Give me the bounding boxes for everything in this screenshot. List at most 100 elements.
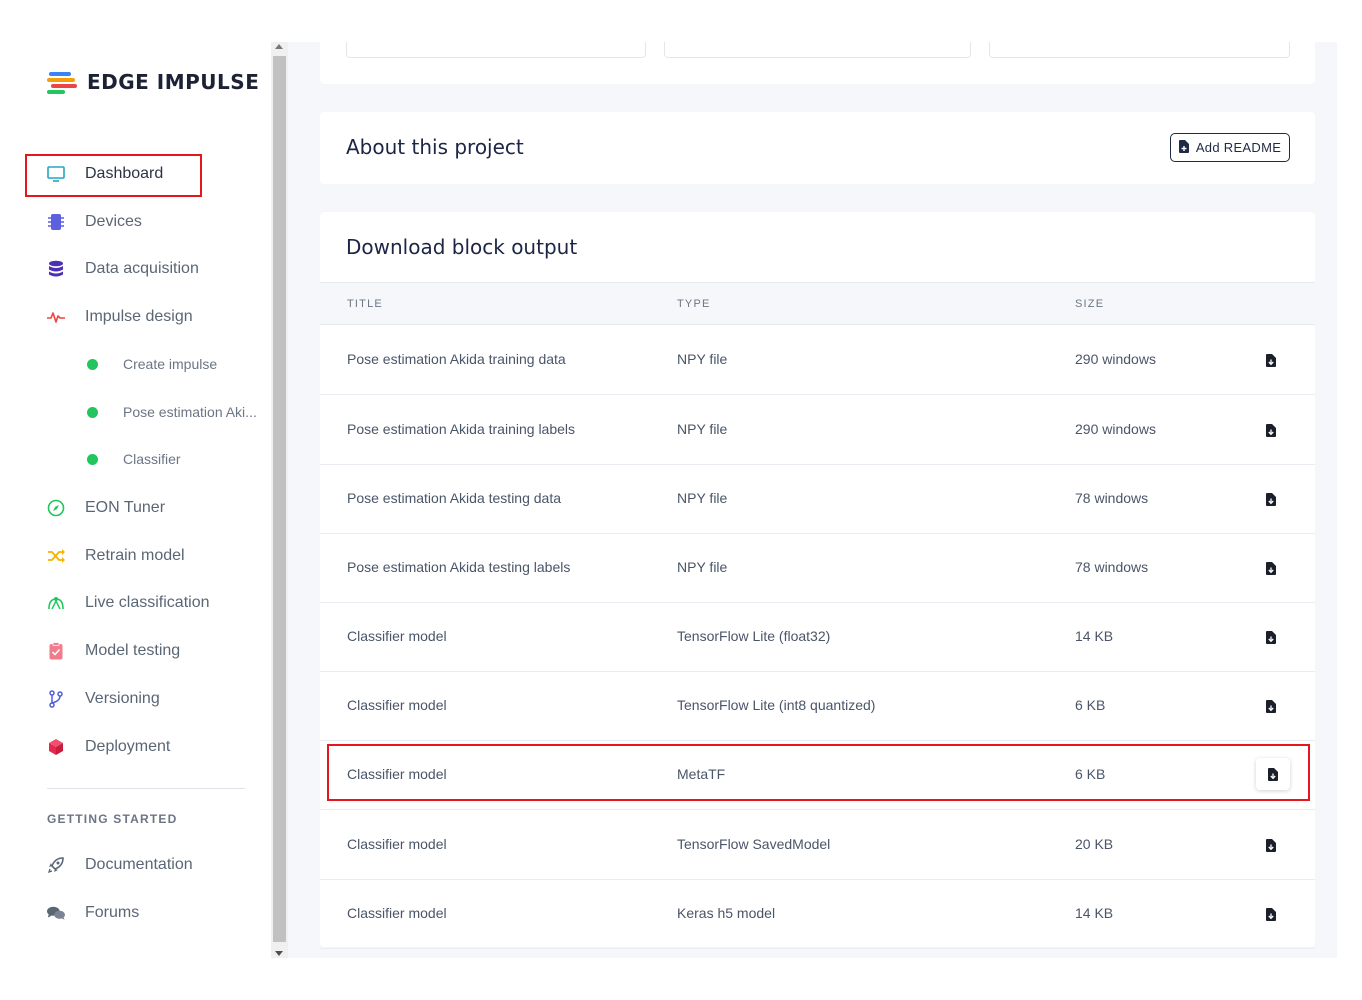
getting-started-heading: GETTING STARTED	[47, 812, 178, 826]
database-icon	[47, 260, 65, 278]
download-file-button[interactable]	[1255, 832, 1287, 858]
download-file-button[interactable]	[1255, 347, 1287, 373]
row-type: NPY file	[677, 421, 728, 437]
sidebar-item-label: Retrain model	[85, 547, 185, 564]
file-download-icon	[1266, 630, 1276, 644]
edge-impulse-logo[interactable]: EDGE IMPULSE	[47, 70, 259, 94]
branch-icon	[47, 690, 65, 708]
shuffle-icon	[47, 547, 65, 565]
table-row: Pose estimation Akida training labels NPY…	[320, 395, 1315, 465]
sidebar-item-deployment[interactable]: Deployment	[47, 735, 170, 759]
table-row: Pose estimation Akida testing labels NPY …	[320, 533, 1315, 603]
clipboard-check-icon	[47, 642, 65, 660]
sidebar-item-eon-tuner[interactable]: EON Tuner	[47, 496, 165, 520]
download-file-button[interactable]	[1255, 486, 1287, 512]
sidebar-subitem-label: Classifier	[123, 451, 181, 467]
file-download-icon	[1266, 699, 1276, 713]
row-title: Classifier model	[347, 836, 447, 852]
row-title: Pose estimation Akida testing labels	[347, 559, 571, 575]
edge-impulse-logo-icon	[47, 70, 79, 94]
file-plus-icon	[1178, 139, 1189, 156]
row-size: 290 windows	[1075, 421, 1156, 437]
sidebar-scrollbar[interactable]	[271, 42, 288, 958]
sidebar-subitem-label: Create impulse	[123, 356, 218, 372]
row-size: 14 KB	[1075, 628, 1114, 644]
row-size: 78 windows	[1075, 559, 1149, 575]
scroll-down-arrow-icon[interactable]	[275, 951, 283, 956]
row-title: Classifier model	[347, 905, 447, 921]
row-type: NPY file	[677, 559, 728, 575]
row-type: TensorFlow SavedModel	[677, 836, 831, 852]
row-type: NPY file	[677, 490, 728, 506]
sidebar-item-retrain-model[interactable]: Retrain model	[47, 544, 185, 568]
sidebar-item-label: EON Tuner	[85, 499, 166, 516]
file-download-icon	[1266, 423, 1276, 437]
column-header-size: SIZE	[1075, 298, 1105, 310]
sidebar-item-data-acquisition[interactable]: Data acquisition	[47, 257, 199, 281]
download-file-button[interactable]	[1255, 901, 1287, 927]
summary-box	[664, 42, 971, 58]
row-type: NPY file	[677, 351, 728, 367]
sidebar-subitem-classifier[interactable]: Classifier	[87, 451, 181, 467]
table-header: TITLE TYPE SIZE	[320, 282, 1315, 325]
sidebar-item-versioning[interactable]: Versioning	[47, 687, 160, 711]
sidebar-item-forums[interactable]: Forums	[47, 901, 139, 925]
sidebar-subitem-label: Pose estimation Aki...	[123, 404, 257, 420]
about-title: About this project	[346, 135, 524, 159]
summary-box	[346, 42, 646, 58]
rocket-icon	[47, 856, 65, 874]
download-card: Download block output TITLE TYPE SIZE Po…	[320, 212, 1315, 949]
sidebar-item-documentation[interactable]: Documentation	[47, 853, 193, 877]
sidebar-item-live-classification[interactable]: Live classification	[47, 591, 210, 615]
sidebar-item-label: Versioning	[85, 690, 160, 707]
download-file-button[interactable]	[1255, 555, 1287, 581]
summary-box	[989, 42, 1290, 58]
row-type: TensorFlow Lite (float32)	[677, 628, 831, 644]
download-file-button[interactable]	[1255, 417, 1287, 443]
table-row: Pose estimation Akida training data NPY f…	[320, 325, 1315, 395]
sidebar-subitem-create-impulse[interactable]: Create impulse	[87, 356, 217, 372]
scroll-up-arrow-icon[interactable]	[275, 44, 283, 49]
file-download-icon	[1266, 492, 1276, 506]
sidebar-item-impulse-design[interactable]: Impulse design	[47, 305, 193, 329]
dashboard-highlight-box	[25, 154, 202, 197]
main-content: About this project Add README Download b…	[288, 42, 1337, 958]
sidebar-item-label: Devices	[85, 213, 142, 230]
sidebar: EDGE IMPULSE Dashboard Devices Data acqu…	[0, 0, 271, 1000]
row-type: Keras h5 model	[677, 905, 776, 921]
row-size: 14 KB	[1075, 905, 1114, 921]
sidebar-item-model-testing[interactable]: Model testing	[47, 639, 180, 663]
column-header-type: TYPE	[677, 298, 711, 310]
pulse-icon	[47, 308, 65, 326]
row-size: 290 windows	[1075, 351, 1156, 367]
sidebar-item-devices[interactable]: Devices	[47, 210, 142, 234]
download-title: Download block output	[346, 235, 578, 259]
sidebar-item-label: Data acquisition	[85, 260, 199, 277]
table-row: Classifier model TensorFlow SavedModel 20 …	[320, 810, 1315, 880]
table-row: Classifier model TensorFlow Lite (float32…	[320, 602, 1315, 672]
scrollbar-thumb[interactable]	[273, 56, 286, 942]
summary-card	[320, 42, 1315, 84]
row-title: Pose estimation Akida training data	[347, 351, 566, 367]
row-title: Classifier model	[347, 628, 447, 644]
sidebar-item-label: Model testing	[85, 642, 181, 659]
status-dot	[87, 453, 98, 465]
table-row: Classifier model Keras h5 model 14 KB	[320, 879, 1315, 949]
sidebar-item-label: Deployment	[85, 738, 171, 755]
column-header-title: TITLE	[347, 298, 383, 310]
signal-icon	[47, 594, 65, 612]
status-dot	[87, 358, 98, 370]
sidebar-subitem-pose-estimation[interactable]: Pose estimation Aki...	[87, 404, 257, 420]
row-title: Pose estimation Akida testing data	[347, 490, 562, 506]
download-file-button[interactable]	[1255, 624, 1287, 650]
download-file-button[interactable]	[1255, 693, 1287, 719]
sidebar-item-label: Impulse design	[85, 308, 193, 325]
sidebar-item-label: Documentation	[85, 856, 193, 873]
file-download-icon	[1266, 561, 1276, 575]
logo-text: EDGE IMPULSE	[87, 70, 260, 94]
add-readme-button[interactable]: Add README	[1170, 133, 1290, 162]
sidebar-item-label: Forums	[85, 904, 140, 921]
sidebar-divider	[47, 788, 245, 789]
row-title: Classifier model	[347, 697, 447, 713]
table-row: Pose estimation Akida testing data NPY fi…	[320, 464, 1315, 534]
